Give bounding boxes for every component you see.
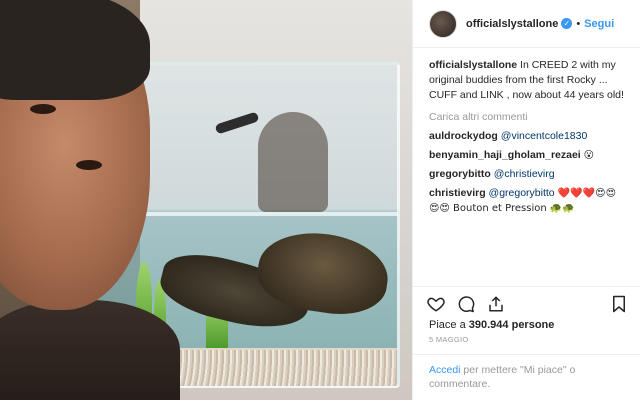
comment-item: gregorybitto @christievirg <box>429 167 626 182</box>
comment-username[interactable]: benyamin_haji_gholam_rezaei <box>429 149 581 161</box>
comment-item: benyamin_haji_gholam_rezaei 😮 <box>429 148 626 163</box>
comment-item: auldrockydog @vincentcole1830 <box>429 129 626 144</box>
comment-icon[interactable] <box>455 293 477 315</box>
caption-username[interactable]: officialslystallone <box>429 59 517 71</box>
comment-mention[interactable]: @christievirg <box>494 168 555 180</box>
person-hair <box>0 0 150 100</box>
action-bar <box>413 286 640 320</box>
header-separator: • <box>576 17 581 30</box>
post-caption: officialslystallone In CREED 2 with my o… <box>429 58 626 103</box>
heart-icon[interactable] <box>425 293 447 315</box>
reflection-figure <box>258 112 328 212</box>
person-eye <box>30 104 56 114</box>
login-link[interactable]: Accedi <box>429 364 461 376</box>
login-prompt: Accedi per mettere "Mi piace" o commenta… <box>413 354 640 400</box>
avatar[interactable] <box>429 9 457 38</box>
comment-username[interactable]: gregorybitto <box>429 168 491 180</box>
comment-username[interactable]: auldrockydog <box>429 130 498 142</box>
likes-count[interactable]: Piace a 390.944 persone <box>413 319 640 331</box>
post-header: officialslystallone ✓ • Segui <box>413 0 640 48</box>
bookmark-icon[interactable] <box>608 293 630 315</box>
header-username[interactable]: officialslystallone <box>466 18 558 30</box>
comment-mention[interactable]: @gregorybitto <box>489 187 555 199</box>
comment-item: christievirg @gregorybitto ❤️❤️❤️😍😍😍😍 Bo… <box>429 186 626 216</box>
load-more-comments[interactable]: Carica altri commenti <box>429 110 626 125</box>
post-side-panel: officialslystallone ✓ • Segui officialsl… <box>412 0 640 400</box>
comments-section: officialslystallone In CREED 2 with my o… <box>413 48 640 286</box>
comment-username[interactable]: christievirg <box>429 187 486 199</box>
likes-prefix: Piace a <box>429 319 466 331</box>
likes-suffix: persone <box>511 319 555 331</box>
person-shirt <box>0 300 180 400</box>
verified-icon: ✓ <box>561 18 573 29</box>
post-date: 5 maggio <box>429 335 469 344</box>
post-photo[interactable] <box>0 0 412 400</box>
follow-button[interactable]: Segui <box>584 18 614 30</box>
comment-text: 😮 <box>583 150 595 161</box>
comment-mention[interactable]: @vincentcole1830 <box>501 130 588 142</box>
share-icon[interactable] <box>485 293 507 315</box>
post-container: officialslystallone ✓ • Segui officialsl… <box>0 0 640 400</box>
likes-number: 390.944 <box>468 319 509 331</box>
person-eye <box>76 160 102 170</box>
